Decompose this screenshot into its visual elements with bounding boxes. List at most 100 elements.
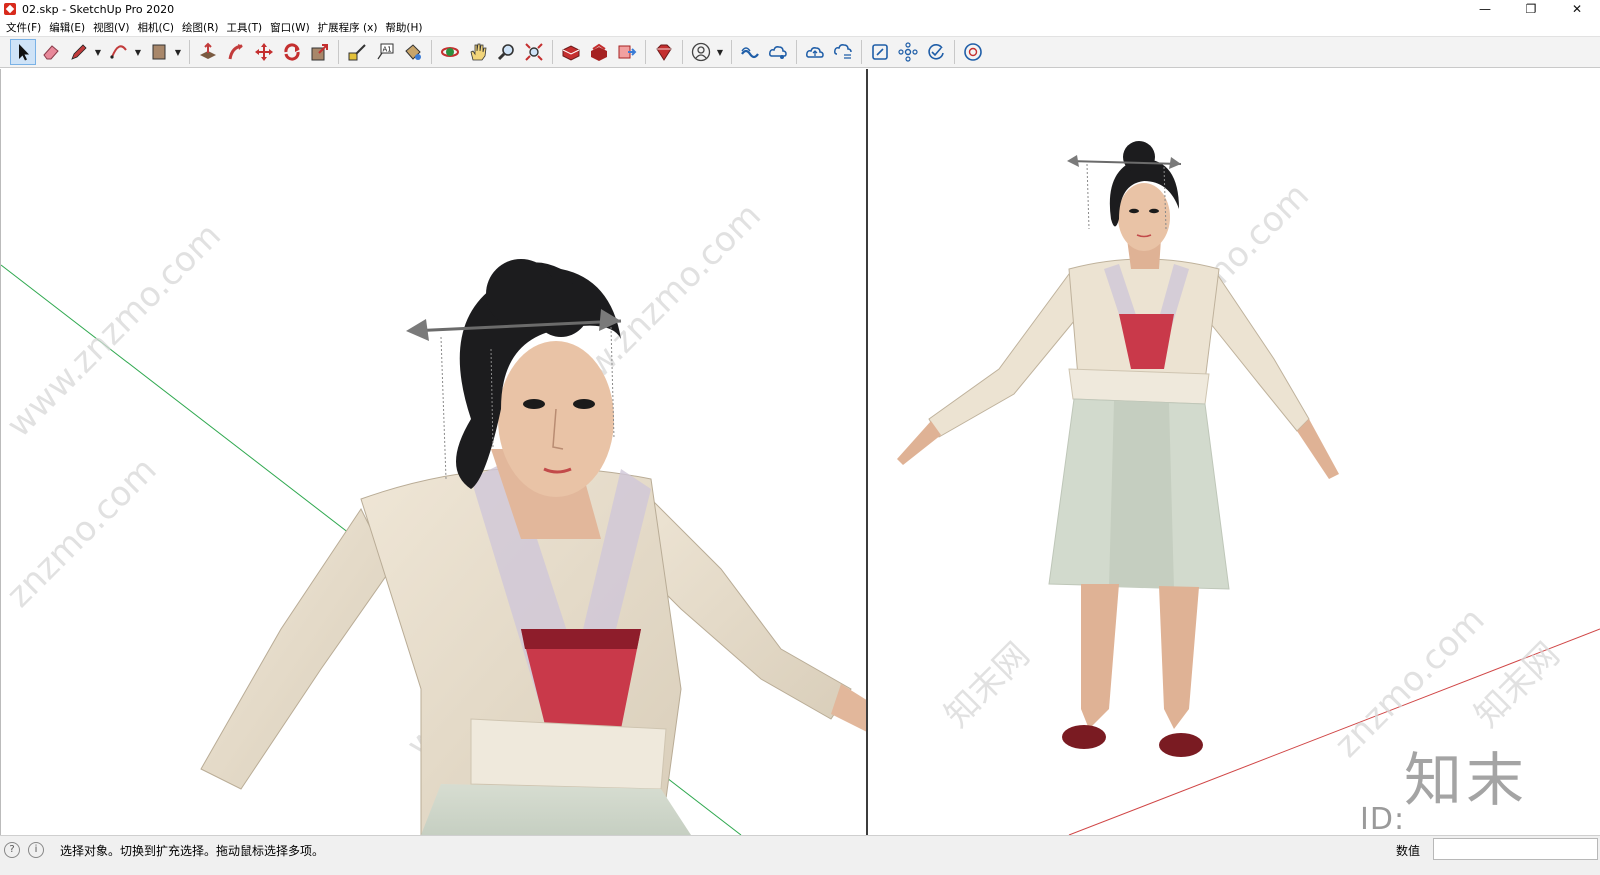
menu-camera[interactable]: 相机(C)	[135, 20, 180, 35]
status-message: 选择对象。切换到扩充选择。拖动鼠标选择多项。	[60, 844, 325, 858]
trimble-connect-button[interactable]	[737, 39, 763, 65]
layout-icon	[618, 45, 637, 59]
select-tool[interactable]	[10, 39, 36, 65]
status-bar: ? i 选择对象。切换到扩充选择。拖动鼠标选择多项。 数值	[0, 835, 1600, 875]
svg-text:A1: A1	[383, 46, 392, 54]
text-icon: A1	[377, 43, 394, 60]
toolbar-separator	[954, 40, 955, 64]
rectangle-icon	[152, 44, 166, 60]
sync-button[interactable]	[830, 39, 856, 65]
extension-manager-button[interactable]	[651, 39, 677, 65]
ruby-gem-icon	[656, 44, 672, 61]
tape-measure-tool[interactable]	[344, 39, 370, 65]
menu-file[interactable]: 文件(F)	[4, 20, 47, 35]
orbit-icon	[441, 47, 459, 57]
measurements-field[interactable]	[1433, 838, 1598, 860]
toolbar-separator	[731, 40, 732, 64]
tape-measure-icon	[348, 44, 366, 61]
zoom-extents-tool[interactable]	[521, 39, 547, 65]
cloud-upload-icon	[806, 47, 824, 58]
follow-me-tool[interactable]	[223, 39, 249, 65]
frame-icon	[872, 44, 888, 60]
arrow-cursor-icon	[19, 44, 29, 61]
zoom-extents-icon	[525, 43, 543, 61]
extension-warehouse-icon	[591, 43, 607, 61]
toolbar-separator	[552, 40, 553, 64]
menu-edit[interactable]: 编辑(E)	[47, 20, 91, 35]
scale-tool[interactable]	[307, 39, 333, 65]
arc-tool-dropdown[interactable]: ▼	[134, 39, 142, 65]
watermark-logo-text: 知末网	[937, 635, 1037, 735]
viewport-left[interactable]: www.znzmo.com www.znzmo.com znzmo.com ww…	[0, 69, 868, 835]
scale-icon	[311, 44, 328, 61]
watermark-short: znzmo.com	[1, 450, 165, 615]
move-tool[interactable]	[251, 39, 277, 65]
menu-view[interactable]: 视图(V)	[91, 20, 135, 35]
toolbar-separator	[189, 40, 190, 64]
info-icon[interactable]: i	[28, 842, 44, 858]
line-tool-dropdown[interactable]: ▼	[94, 39, 102, 65]
browser-icon	[964, 43, 982, 61]
toolbar-separator	[796, 40, 797, 64]
rotate-tool[interactable]	[279, 39, 305, 65]
toolbar-separator	[338, 40, 339, 64]
warehouse-icon	[562, 45, 580, 61]
account-button[interactable]	[688, 39, 714, 65]
menu-extensions[interactable]: 扩展程序 (x)	[316, 20, 384, 35]
viewport-right[interactable]: www.znzmo.com 知末网 znzmo.com 知末网	[869, 69, 1600, 835]
upload-button[interactable]	[802, 39, 828, 65]
move-icon	[255, 43, 273, 61]
share-cloud-icon	[769, 46, 787, 59]
restore-button[interactable]: ❐	[1508, 0, 1554, 18]
zoom-tool[interactable]	[493, 39, 519, 65]
left-scene: www.znzmo.com www.znzmo.com znzmo.com ww…	[1, 195, 868, 835]
account-dropdown[interactable]: ▼	[716, 39, 724, 65]
watermark-url: www.znzmo.com	[1, 215, 229, 445]
eraser-tool[interactable]	[38, 39, 64, 65]
main-toolbar: ▼ ▼ ▼ A1 ▼	[0, 36, 1600, 68]
network-button[interactable]	[895, 39, 921, 65]
close-button[interactable]: ✕	[1554, 0, 1600, 18]
line-tool[interactable]	[66, 39, 92, 65]
arc-tool[interactable]	[106, 39, 132, 65]
menu-bar: 文件(F) 编辑(E) 视图(V) 相机(C) 绘图(R) 工具(T) 窗口(W…	[0, 18, 1600, 36]
share-button[interactable]	[765, 39, 791, 65]
menu-draw[interactable]: 绘图(R)	[180, 20, 225, 35]
shape-tool[interactable]	[146, 39, 172, 65]
menu-window[interactable]: 窗口(W)	[268, 20, 316, 35]
follow-me-icon	[228, 44, 243, 60]
shape-tool-dropdown[interactable]: ▼	[174, 39, 182, 65]
eraser-icon	[43, 45, 59, 60]
woman-figure-closeup	[200, 259, 868, 835]
send-to-layout-button[interactable]	[614, 39, 640, 65]
pan-tool[interactable]	[465, 39, 491, 65]
viewport-divider[interactable]	[866, 69, 868, 835]
paint-bucket-tool[interactable]	[400, 39, 426, 65]
text-tool[interactable]: A1	[372, 39, 398, 65]
3d-warehouse-button[interactable]	[558, 39, 584, 65]
cloud-sync-icon	[834, 44, 852, 59]
hand-icon	[470, 43, 487, 61]
collaborate-button[interactable]	[867, 39, 893, 65]
push-pull-tool[interactable]	[195, 39, 221, 65]
toolbar-separator	[645, 40, 646, 64]
browser-button[interactable]	[960, 39, 986, 65]
user-icon	[691, 42, 711, 62]
connect-icon	[741, 47, 759, 59]
watermark-group: www.znzmo.com 知末网 znzmo.com 知末网	[937, 175, 1567, 765]
menu-help[interactable]: 帮助(H)	[383, 20, 428, 35]
push-pull-icon	[200, 42, 216, 59]
orbit-tool[interactable]	[437, 39, 463, 65]
minimize-button[interactable]: —	[1462, 0, 1508, 18]
status-button[interactable]	[923, 39, 949, 65]
check-cycle-icon	[928, 44, 944, 60]
watermark-logo-text: 知末网	[1467, 635, 1567, 735]
sketchup-window: 02.skp - SketchUp Pro 2020 — ❐ ✕ 文件(F) 编…	[0, 0, 1600, 875]
status-icons: ? i	[4, 842, 52, 858]
toolbar-separator	[431, 40, 432, 64]
sketchup-logo-icon	[4, 3, 16, 15]
extension-warehouse-button[interactable]	[586, 39, 612, 65]
geolocation-icon[interactable]: ?	[4, 842, 20, 858]
menu-tools[interactable]: 工具(T)	[224, 20, 268, 35]
toolbar-separator	[682, 40, 683, 64]
